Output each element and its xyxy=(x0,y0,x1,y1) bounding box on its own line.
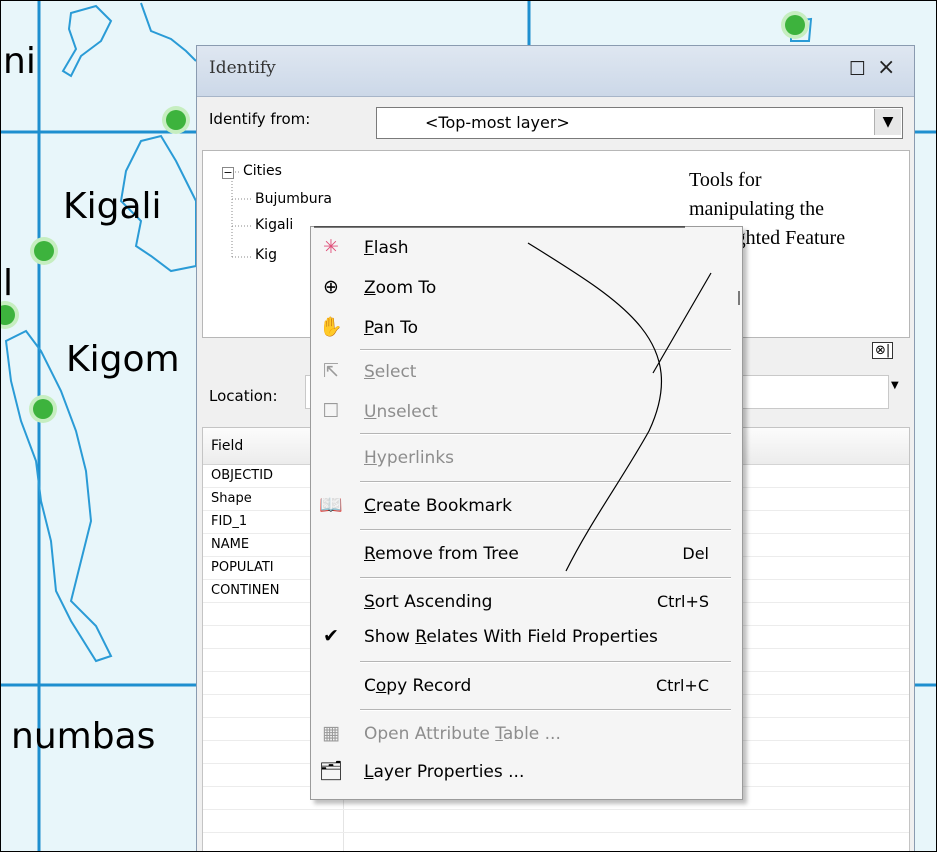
screenshot-frame: ni Kigali Kigom numbas l Identify ☐ × Id… xyxy=(0,0,937,852)
annotation-pointer-lines xyxy=(314,226,740,572)
annotation-pointer xyxy=(652,272,712,374)
annotation-curve xyxy=(527,242,662,572)
